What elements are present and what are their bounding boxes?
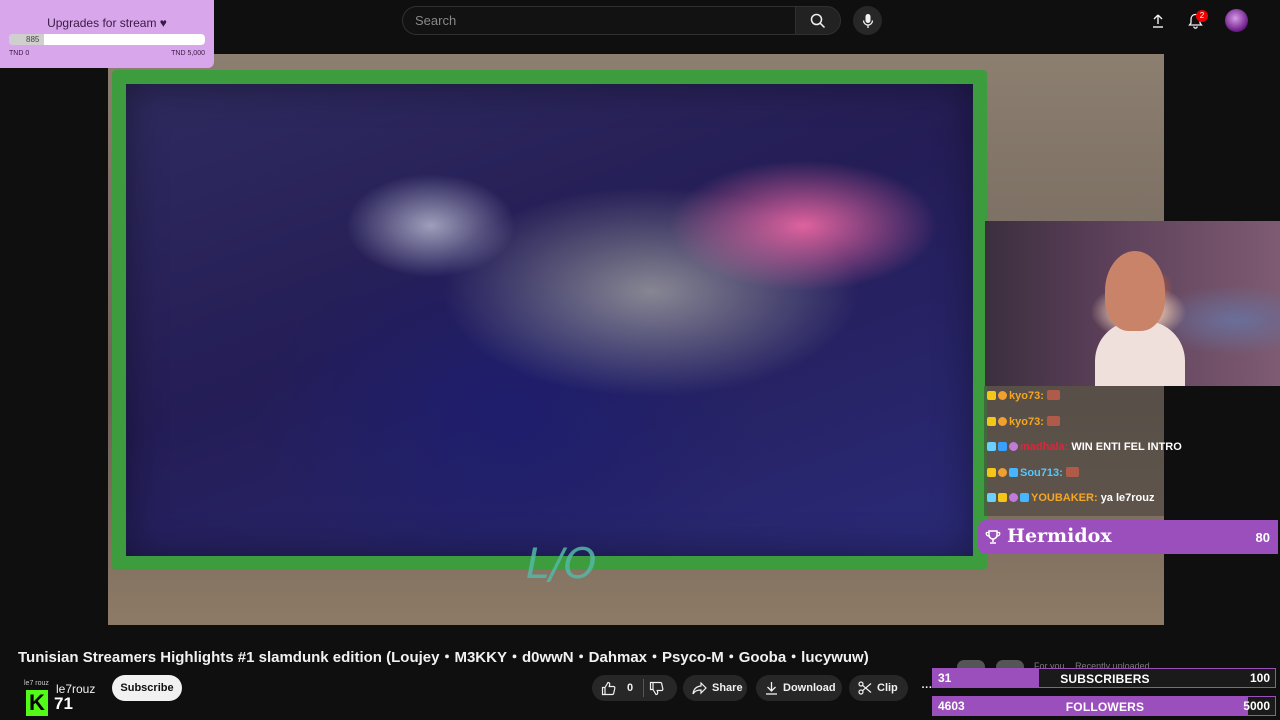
search-button[interactable] <box>795 6 841 35</box>
chat-message: madhala: WIN ENTI FEL INTRO <box>987 437 1182 457</box>
clip-label: Clip <box>877 682 898 694</box>
upgrades-min-label: TND 0 <box>9 50 30 57</box>
channel-avatar-text: le7 rouz <box>24 680 49 687</box>
gem-badge-icon <box>1009 442 1018 451</box>
youtube-watch-page: Search 2 L/O Upgrades for stream ♥ 885 T… <box>0 0 1280 720</box>
drop-badge-icon <box>998 468 1007 477</box>
kick-logo-icon: K <box>26 690 48 716</box>
emote-icon <box>1046 390 1060 400</box>
chat-username: Sou713: <box>1020 467 1063 479</box>
video-title: Tunisian Streamers Highlights #1 slamdun… <box>18 649 869 666</box>
like-count: 0 <box>627 682 634 694</box>
voice-search-button[interactable] <box>853 6 882 35</box>
subscribers-goal-bar: 31 SUBSCRIBERS 100 <box>932 668 1276 688</box>
sword-badge-icon <box>987 442 996 451</box>
followers-goal: 5000 <box>1243 699 1270 713</box>
thumbs-up-icon <box>601 681 616 695</box>
chat-username: YOUBAKER: <box>1031 492 1098 504</box>
search-input[interactable]: Search <box>402 6 795 35</box>
stream-frame: L/O <box>112 70 987 588</box>
crown-badge-icon <box>987 391 996 400</box>
download-label: Download <box>783 682 836 694</box>
drop-badge-icon <box>998 417 1007 426</box>
upgrades-current-value: 885 <box>26 35 40 44</box>
chat-message: Sou713: <box>987 463 1079 483</box>
webcam-streamer-head <box>1105 251 1165 331</box>
chat-username: kyo73: <box>1009 416 1044 428</box>
dislike-button[interactable] <box>644 675 674 701</box>
crown-badge-icon <box>998 493 1007 502</box>
top-donor-banner: Hermidox 80 <box>978 520 1278 554</box>
crown-badge-icon <box>987 417 996 426</box>
like-button[interactable]: 0 <box>592 675 633 701</box>
channel-avatar[interactable]: le7 rouz K <box>23 680 53 716</box>
download-button[interactable]: Download <box>756 675 842 701</box>
upgrades-goal-title: Upgrades for stream ♥ <box>47 16 167 30</box>
overlay-logo: L/O <box>526 539 597 588</box>
share-button[interactable]: Share <box>683 675 747 701</box>
create-button[interactable] <box>1147 10 1169 32</box>
like-dislike-group: 0 <box>592 675 677 701</box>
upgrades-max-label: TND 5,000 <box>171 50 205 57</box>
upload-icon <box>1153 14 1163 28</box>
scissors-icon <box>858 681 872 695</box>
account-avatar[interactable] <box>1225 9 1248 32</box>
trophy-icon <box>985 530 1001 544</box>
chat-username: madhala: <box>1020 441 1069 453</box>
clip-button[interactable]: Clip <box>849 675 908 701</box>
drop-badge-icon <box>998 391 1007 400</box>
share-label: Share <box>712 682 743 694</box>
subscribers-goal: 100 <box>1249 671 1270 685</box>
chat-text: ya le7rouz <box>1100 492 1155 504</box>
share-icon <box>692 681 707 694</box>
top-donor-name: Hermidox <box>1007 525 1112 547</box>
microphone-icon <box>862 13 873 28</box>
emote-icon <box>1065 467 1079 477</box>
subscribe-button[interactable]: Subscribe <box>112 675 182 701</box>
cube-badge-icon <box>1020 493 1029 502</box>
followers-goal-bar: 4603 FOLLOWERS 5000 <box>932 696 1276 716</box>
sword-badge-icon <box>987 493 996 502</box>
cube-badge-icon <box>1009 468 1018 477</box>
top-donor-value: 80 <box>1255 530 1270 545</box>
search-icon <box>810 13 826 28</box>
chat-message: YOUBAKER: ya le7rouz <box>987 488 1155 508</box>
thumbs-down-icon <box>650 681 664 695</box>
webcam-overlay <box>985 221 1280 386</box>
subscribers-label: SUBSCRIBERS <box>1060 672 1150 686</box>
channel-count-overlay: 71 <box>54 694 73 713</box>
chat-text: WIN ENTI FEL INTRO <box>1071 441 1182 453</box>
chat-overlay: kyo73: kyo73: madhala: WIN ENTI FEL INTR… <box>984 386 1182 516</box>
upgrades-goal-widget: Upgrades for stream ♥ 885 TND 0 TND 5,00… <box>0 0 214 68</box>
grid-badge-icon <box>998 442 1007 451</box>
notification-count-badge: 2 <box>1196 10 1208 22</box>
chat-message: kyo73: <box>987 386 1060 406</box>
followers-label: FOLLOWERS <box>1065 700 1145 714</box>
gem-badge-icon <box>1009 493 1018 502</box>
emote-icon <box>1046 416 1060 426</box>
chat-username: kyo73: <box>1009 390 1044 402</box>
crown-badge-icon <box>987 468 996 477</box>
download-icon <box>766 682 777 695</box>
chat-message: kyo73: <box>987 412 1060 432</box>
